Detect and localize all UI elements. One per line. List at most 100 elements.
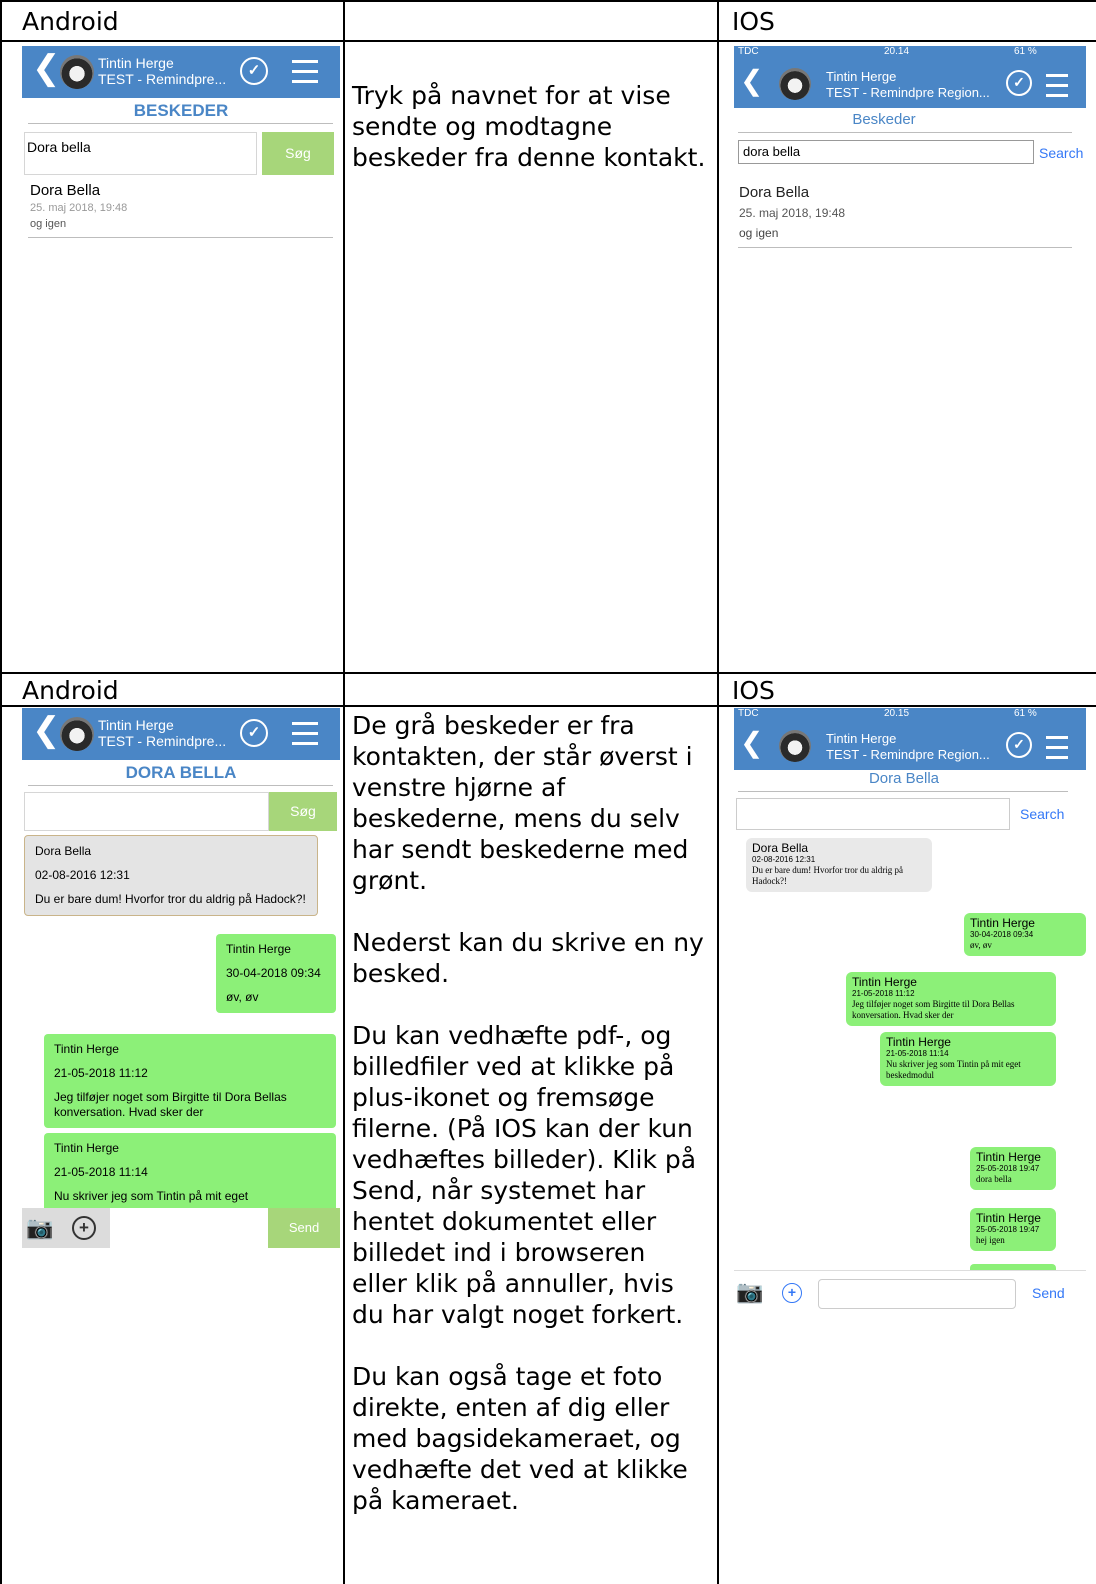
carrier-label: TDC xyxy=(738,708,759,719)
navigation-bar: ❮ Tintin Herge TEST - Remindpre Region..… xyxy=(734,722,1086,770)
search-input[interactable] xyxy=(24,792,269,831)
message-date: 02-08-2016 12:31 xyxy=(35,868,130,882)
contact-date: 25. maj 2018, 19:48 xyxy=(739,206,846,220)
checkmark-icon[interactable]: ✓ xyxy=(1006,70,1032,96)
page-title: Dora Bella xyxy=(868,770,940,787)
plus-icon[interactable]: + xyxy=(72,1216,96,1240)
message-text: øv, øv xyxy=(226,990,259,1004)
app-bar: ❮ Tintin Herge TEST - Remindpre... ✓ xyxy=(22,46,340,98)
message-text: Nu skriver jeg som Tintin på mit eget be… xyxy=(886,1059,1021,1080)
message-bubble-sent: Tintin Herge 21-05-2018 11:12 Jeg tilføj… xyxy=(846,972,1056,1026)
android-conversation-screen: ❮ Tintin Herge TEST - Remindpre... ✓ DOR… xyxy=(22,708,340,1276)
user-subtitle: TEST - Remindpre... xyxy=(98,733,227,749)
hamburger-menu-icon[interactable] xyxy=(1046,736,1068,766)
clock: 20.15 xyxy=(884,708,910,719)
compose-bar: 📷 + Send xyxy=(734,1270,1086,1318)
message-text: dora bella xyxy=(976,1174,1012,1184)
message-input[interactable] xyxy=(110,1208,268,1248)
message-sender: Dora Bella xyxy=(35,844,92,858)
checkmark-icon[interactable]: ✓ xyxy=(240,719,268,747)
contact-name: Dora Bella xyxy=(30,182,101,199)
message-date: 21-05-2018 11:14 xyxy=(54,1165,148,1179)
message-bubble-sent: Tintin Herge 25-05-2018 19:47 dora bella xyxy=(970,1147,1056,1190)
status-bar: TDC 20.15 61 % xyxy=(734,708,1086,722)
search-button[interactable]: Søg xyxy=(269,792,337,831)
message-date: 25-05-2018 19:47 xyxy=(976,1164,1040,1173)
message-input[interactable] xyxy=(818,1279,1016,1309)
message-text: Jeg tilføjer noget som Birgitte til Dora… xyxy=(54,1090,287,1119)
table-border xyxy=(0,40,1096,42)
avatar xyxy=(779,68,811,100)
message-date: 25-05-2018 19:47 xyxy=(976,1225,1040,1234)
message-bubble-sent: Tintin Herge 25-05-2018 19:47 hej igen xyxy=(970,1208,1056,1251)
hamburger-menu-icon[interactable] xyxy=(292,722,318,752)
search-input[interactable]: dora bella xyxy=(738,140,1034,164)
message-text: Du er bare dum! Hvorfor tror du aldrig p… xyxy=(752,865,903,886)
instruction-text: Tryk på navnet for at vise sendte og mod… xyxy=(352,81,706,172)
message-sender: Tintin Herge xyxy=(976,1150,1041,1164)
checkmark-icon[interactable]: ✓ xyxy=(240,57,268,85)
checkmark-icon[interactable]: ✓ xyxy=(1006,732,1032,758)
status-bar: TDC 20.14 61 % xyxy=(734,46,1086,60)
contact-last-message: og igen xyxy=(30,218,67,230)
ios-header: IOS xyxy=(732,676,775,705)
user-name: Tintin Herge xyxy=(98,717,174,733)
table-border xyxy=(0,0,1096,2)
message-date: 21-05-2018 11:14 xyxy=(886,1049,949,1058)
search-button[interactable]: Search xyxy=(1020,806,1064,822)
message-date: 30-04-2018 09:34 xyxy=(970,930,1034,939)
search-button[interactable]: Søg xyxy=(262,132,334,175)
hamburger-menu-icon[interactable] xyxy=(1046,74,1068,104)
message-sender: Tintin Herge xyxy=(54,1141,119,1155)
send-button[interactable]: Send xyxy=(1032,1285,1065,1301)
ios-conversation-screen: TDC 20.15 61 % ❮ Tintin Herge TEST - Rem… xyxy=(734,708,1086,1318)
avatar xyxy=(60,717,94,751)
search-button[interactable]: Search xyxy=(1039,145,1083,161)
back-icon[interactable]: ❮ xyxy=(740,726,763,759)
message-bubble-sent: Tintin Herge 21-05-2018 11:12 Jeg tilføj… xyxy=(44,1034,336,1128)
carrier-label: TDC xyxy=(738,46,759,57)
battery-label: 61 % xyxy=(1014,708,1037,719)
back-icon[interactable]: ❮ xyxy=(32,710,61,750)
message-bubble-received: Dora Bella 02-08-2016 12:31 Du er bare d… xyxy=(24,835,318,916)
android-messages-screen: ❮ Tintin Herge TEST - Remindpre... ✓ BES… xyxy=(22,46,340,561)
message-text: Du er bare dum! Hvorfor tror du aldrig p… xyxy=(35,892,306,906)
back-icon[interactable]: ❮ xyxy=(32,48,61,88)
message-text: øv, øv xyxy=(970,940,992,950)
back-icon[interactable]: ❮ xyxy=(740,64,763,97)
table-border xyxy=(0,0,2,1584)
user-name: Tintin Herge xyxy=(826,731,897,746)
message-date: 30-04-2018 09:34 xyxy=(226,966,321,980)
contact-name: Dora Bella xyxy=(739,184,810,201)
message-sender: Tintin Herge xyxy=(886,1035,951,1049)
hamburger-menu-icon[interactable] xyxy=(292,60,318,90)
user-subtitle: TEST - Remindpre... xyxy=(98,71,227,87)
message-text: Jeg tilføjer noget som Birgitte til Dora… xyxy=(852,999,1015,1020)
message-date: 21-05-2018 11:12 xyxy=(54,1066,148,1080)
table-border xyxy=(343,0,345,1584)
camera-icon[interactable]: 📷 xyxy=(26,1215,53,1241)
divider xyxy=(28,785,333,786)
message-date: 21-05-2018 11:12 xyxy=(852,989,915,998)
send-button[interactable]: Send xyxy=(268,1208,340,1248)
search-input[interactable]: Dora bella xyxy=(24,132,257,175)
plus-icon[interactable]: + xyxy=(782,1283,802,1303)
contact-last-message: og igen xyxy=(739,226,779,240)
page-title: Beskeder xyxy=(852,111,916,128)
message-sender: Tintin Herge xyxy=(226,942,291,956)
avatar xyxy=(60,55,94,89)
search-input[interactable] xyxy=(736,798,1010,830)
message-sender: Tintin Herge xyxy=(970,916,1035,930)
battery-label: 61 % xyxy=(1014,46,1037,57)
divider xyxy=(28,123,333,124)
message-bubble-sent: Tintin Herge 21-05-2018 11:14 Nu skriver… xyxy=(880,1032,1056,1086)
camera-icon[interactable]: 📷 xyxy=(736,1279,763,1305)
user-name: Tintin Herge xyxy=(98,55,174,71)
divider xyxy=(738,791,1068,792)
page-title: BESKEDER xyxy=(133,101,229,120)
message-text: Nu skriver jeg som Tintin på mit eget xyxy=(54,1189,249,1203)
message-sender: Dora Bella xyxy=(752,841,809,855)
divider xyxy=(738,247,1072,248)
android-header: Android xyxy=(22,676,119,705)
user-subtitle: TEST - Remindpre Region... xyxy=(826,747,990,762)
